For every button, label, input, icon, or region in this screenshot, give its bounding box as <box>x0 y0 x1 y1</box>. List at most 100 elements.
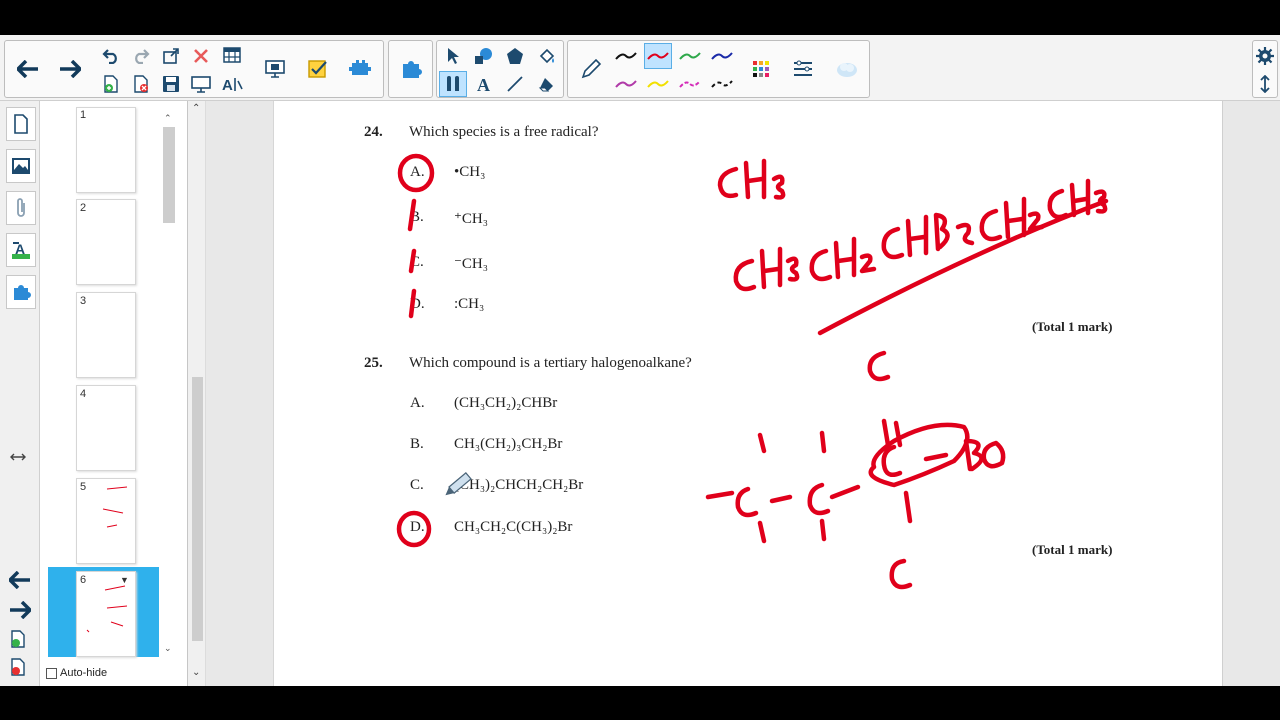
sorter-delete-page-button[interactable] <box>10 657 26 682</box>
add-content-button[interactable] <box>157 43 185 69</box>
tab-page-sorter[interactable] <box>6 107 36 141</box>
ink-structural-formula <box>705 350 1006 590</box>
question-number: 25. <box>364 355 383 371</box>
option-letter: A. <box>410 164 425 180</box>
sorter-scroll-thumb[interactable] <box>163 127 175 223</box>
add-ons-button[interactable] <box>341 43 379 95</box>
line-tool[interactable] <box>501 71 529 97</box>
canvas-scrollbar[interactable]: ⌃ ⌄ <box>189 101 206 686</box>
save-icon <box>163 76 179 92</box>
add-page-button[interactable] <box>97 71 125 97</box>
screen-shade-button[interactable] <box>187 71 215 97</box>
pen-blue[interactable] <box>708 43 736 69</box>
magic-pen-tool[interactable] <box>439 71 467 97</box>
settings-button[interactable] <box>1251 43 1279 69</box>
page-number: 6 <box>80 574 87 586</box>
screen-capture-button[interactable] <box>257 43 295 95</box>
canvas-scroll-thumb[interactable] <box>192 377 203 641</box>
toolbar-group-navigation: A <box>4 40 384 98</box>
pen-stroke-blue-icon <box>711 52 733 60</box>
side-tab-rail: A <box>0 101 40 686</box>
move-toolbar-button[interactable] <box>1251 71 1279 97</box>
eraser-tool[interactable] <box>533 71 561 97</box>
pen-red[interactable] <box>644 43 672 69</box>
option-text: ⁺CH₃ <box>454 211 488 227</box>
pen-black[interactable] <box>612 43 640 69</box>
cloud-button[interactable] <box>828 43 866 95</box>
tab-attachments[interactable] <box>6 191 36 225</box>
sorter-add-page-button[interactable] <box>10 629 26 654</box>
delete-page-button[interactable] <box>127 71 155 97</box>
pen-purple[interactable] <box>612 71 640 97</box>
previous-page-button[interactable] <box>9 43 47 95</box>
page-number: 1 <box>80 109 87 121</box>
option-letter: D. <box>410 296 425 312</box>
pen-magenta-dashed[interactable] <box>676 71 704 97</box>
pen-stroke-red-icon <box>647 52 669 60</box>
option-letter: C. <box>410 254 424 270</box>
color-palette-button[interactable] <box>742 43 780 95</box>
next-page-button[interactable] <box>51 43 89 95</box>
svg-text:A: A <box>222 77 233 93</box>
option-text: CH₃CH₂C(CH₃)₂Br <box>454 519 573 535</box>
pen-yellow[interactable] <box>644 71 672 97</box>
table-button[interactable] <box>219 43 247 69</box>
properties-icon <box>794 60 812 76</box>
fill-icon <box>539 48 555 64</box>
canvas-left-margin <box>206 101 273 686</box>
question-text: Which species is a free radical? <box>409 124 599 140</box>
chevron-down-icon: ⌄ <box>164 643 172 653</box>
pen-black-dashed[interactable] <box>708 71 736 97</box>
pen-stroke-magenta-icon <box>679 80 701 88</box>
tab-add-ons[interactable] <box>6 275 36 309</box>
text-tool[interactable]: A <box>470 71 498 97</box>
redo-icon <box>135 49 150 64</box>
page-sorter-panel: 1 2 3 4 5 6 ▼ ⌃ ⌄ Auto-hide <box>40 101 188 686</box>
sorter-previous-page-button[interactable] <box>7 570 31 594</box>
tab-gallery[interactable] <box>6 149 36 183</box>
handwriting-recognition-button[interactable]: A <box>219 71 247 97</box>
fill-tool[interactable] <box>533 43 561 69</box>
pen-stroke-dashed-icon <box>711 80 733 88</box>
back-arrow-icon <box>7 570 30 590</box>
cloud-icon <box>837 63 857 77</box>
sorter-scrollbar[interactable]: ⌃ ⌄ <box>160 105 178 653</box>
line-icon <box>507 76 523 92</box>
pen-tool[interactable] <box>572 43 610 95</box>
sorter-next-page-button[interactable] <box>9 600 33 624</box>
save-button[interactable] <box>157 71 185 97</box>
option-text: •CH₃ <box>454 164 486 180</box>
undo-button[interactable] <box>97 43 125 69</box>
forward-arrow-icon <box>60 60 81 78</box>
pen-stroke-black-icon <box>615 52 637 60</box>
ink-underline <box>817 198 1109 336</box>
pen-green[interactable] <box>676 43 704 69</box>
move-toolbar-icon <box>1260 75 1270 93</box>
shapes-tool[interactable] <box>470 43 498 69</box>
color-grid-icon <box>753 61 769 77</box>
lab-activity-button[interactable] <box>392 43 430 95</box>
response-button[interactable] <box>299 43 337 95</box>
chevron-up-icon: ⌃ <box>192 103 201 114</box>
pen-stroke-yellow-icon <box>647 80 669 88</box>
auto-hide-label: Auto-hide <box>60 667 108 679</box>
delete-button[interactable] <box>187 43 215 69</box>
line-properties-button[interactable] <box>784 43 822 95</box>
select-tool[interactable] <box>439 43 467 69</box>
regular-polygons-tool[interactable] <box>501 43 529 69</box>
pen-stroke-green-icon <box>679 52 701 60</box>
auto-hide-toggle[interactable]: Auto-hide <box>46 667 107 679</box>
resize-horizontal-icon <box>10 453 26 461</box>
auto-hide-checkbox[interactable] <box>46 667 57 679</box>
shapes-icon <box>475 48 492 64</box>
table-icon <box>223 47 241 63</box>
option-text: (CH₃CH₂)₂CHBr <box>454 395 558 411</box>
whiteboard-canvas[interactable]: ⌃ ⌄ 24. Which species is a free radical?… <box>189 101 1222 686</box>
redo-button[interactable] <box>127 43 155 69</box>
option-letter: B. <box>410 209 424 225</box>
properties-tab-icon: A <box>12 241 30 259</box>
resize-sidebar-handle[interactable] <box>10 449 26 467</box>
tab-properties[interactable]: A <box>6 233 36 267</box>
notebook-page[interactable]: 24. Which species is a free radical? A. … <box>273 101 1222 686</box>
page-menu-arrow-icon[interactable]: ▼ <box>120 575 129 585</box>
